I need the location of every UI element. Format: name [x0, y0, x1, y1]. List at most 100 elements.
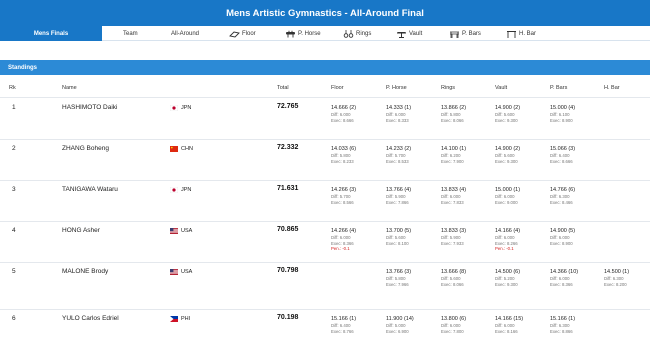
execution-score: Exec: 9.300: [495, 281, 518, 287]
rank-cell: 2: [12, 145, 16, 152]
tab-pommel-horse[interactable]: P. Horse: [285, 26, 321, 41]
event-score: 15.000 (1): [495, 187, 521, 193]
floor-score-cell: 14.033 (6) Diff: 5.800 Exec: 8.233: [331, 145, 356, 164]
tab-bar: Mens Finals Team All-Around Floor P. Hor…: [0, 26, 650, 41]
header-divider: [0, 97, 650, 98]
pommel-horse-score-cell: 11.900 (14) Diff: 5.000 Exec: 6.900: [386, 315, 414, 334]
execution-score: Exec: 7.800: [441, 328, 464, 334]
execution-score: Exec: 8.666: [550, 158, 573, 164]
tab-parallel-bars[interactable]: P. Bars: [449, 26, 481, 41]
rings-score-cell: 13.866 (2) Diff: 5.800 Exec: 8.066: [441, 104, 466, 123]
usa-flag: [170, 228, 178, 234]
country-code: PHI: [181, 316, 191, 322]
rank-cell: 1: [12, 104, 16, 111]
execution-score: Exec: 8.900: [550, 240, 573, 246]
vault-icon: [396, 30, 407, 38]
country-cell: JPN: [170, 187, 191, 193]
event-score: 15.066 (3): [550, 146, 576, 152]
column-header-horizontal-bar: H. Bar: [604, 85, 620, 91]
floor-score-cell: 14.666 (2) Diff: 6.000 Exec: 8.666: [331, 104, 356, 123]
country-code: JPN: [181, 187, 192, 193]
vault-score-cell: 14.166 (4) Diff: 6.000 Exec: 8.266 Pen.: -0…: [495, 227, 520, 252]
parallel-bars-score-cell: 15.066 (3) Diff: 6.400 Exec: 8.666: [550, 145, 575, 164]
column-header-rank: Rk: [9, 85, 16, 91]
tab-team[interactable]: Team: [123, 26, 138, 41]
event-score: 13.833 (4): [441, 187, 467, 193]
column-header-parallel-bars: P. Bars: [550, 85, 568, 91]
parallel-bars-score-cell: 15.000 (4) Diff: 6.100 Exec: 8.900: [550, 104, 575, 123]
execution-score: Exec: 8.866: [550, 328, 573, 334]
athlete-name[interactable]: MALONE Brody: [62, 268, 108, 275]
tab-label: Mens Finals: [33, 30, 69, 37]
pommel-horse-score-cell: 14.333 (1) Diff: 6.000 Exec: 8.333: [386, 104, 411, 123]
row-divider: [0, 139, 650, 140]
rings-icon: [343, 29, 354, 38]
floor-icon: [229, 30, 240, 38]
event-score: 14.233 (2): [386, 146, 412, 152]
parallel-bars-icon: [449, 30, 460, 38]
rings-score-cell: 13.800 (6) Diff: 6.000 Exec: 7.800: [441, 315, 466, 334]
rings-score-cell: 13.833 (3) Diff: 5.900 Exec: 7.933: [441, 227, 466, 246]
row-divider: [0, 221, 650, 222]
parallel-bars-score-cell: 15.166 (1) Diff: 6.300 Exec: 8.866: [550, 315, 575, 334]
execution-score: Exec: 8.900: [550, 117, 573, 123]
athlete-name[interactable]: YULO Carlos Edriel: [62, 315, 119, 322]
event-score: 13.800 (6): [441, 316, 467, 322]
pommel-horse-score-cell: 13.766 (3) Diff: 5.800 Exec: 7.966: [386, 268, 411, 287]
total-score: 70.865: [277, 226, 299, 233]
vault-score-cell: 14.500 (6) Diff: 5.200 Exec: 9.300: [495, 268, 520, 287]
country-cell: USA: [170, 228, 192, 234]
athlete-name[interactable]: TANIGAWA Wataru: [62, 186, 118, 193]
athlete-name[interactable]: HONG Asher: [62, 227, 100, 234]
event-score: 14.266 (4): [331, 228, 357, 234]
tab-label: P. Horse: [298, 30, 321, 37]
tab-horizontal-bar[interactable]: H. Bar: [506, 26, 536, 41]
execution-score: Exec: 8.366: [550, 281, 573, 287]
tab-floor[interactable]: Floor: [229, 26, 256, 41]
event-score: 13.666 (8): [441, 269, 467, 275]
execution-score: Exec: 8.066: [441, 117, 464, 123]
event-score: 15.000 (4): [550, 105, 576, 111]
event-score: 14.900 (2): [495, 105, 521, 111]
parallel-bars-score-cell: 14.766 (6) Diff: 6.300 Exec: 8.466: [550, 186, 575, 205]
event-score: 14.666 (2): [331, 105, 357, 111]
horizontal-bar-icon: [506, 30, 517, 38]
event-score: 13.700 (5): [386, 228, 412, 234]
rank-cell: 6: [12, 315, 16, 322]
execution-score: Exec: 7.966: [386, 281, 409, 287]
tab-rings[interactable]: Rings: [343, 26, 371, 41]
event-score: 14.333 (1): [386, 105, 412, 111]
total-score: 70.198: [277, 314, 299, 321]
country-code: JPN: [181, 105, 192, 111]
floor-score-cell: 15.166 (1) Diff: 6.400 Exec: 8.766: [331, 315, 356, 334]
column-header-rings: Rings: [441, 85, 456, 91]
tab-vault[interactable]: Vault: [396, 26, 422, 41]
column-header-vault: Vault: [495, 85, 508, 91]
execution-score: Exec: 7.833: [441, 199, 464, 205]
event-score: 14.166 (4): [495, 228, 521, 234]
execution-score: Exec: 8.666: [331, 117, 354, 123]
event-score: 13.766 (4): [386, 187, 412, 193]
athlete-name[interactable]: ZHANG Boheng: [62, 145, 109, 152]
event-score: 14.900 (5): [550, 228, 576, 234]
tab-label: Team: [123, 30, 138, 37]
usa-flag: [170, 269, 178, 275]
parallel-bars-score-cell: 14.900 (5) Diff: 6.000 Exec: 8.900: [550, 227, 575, 246]
execution-score: Exec: 9.300: [495, 158, 518, 164]
tab-all-around[interactable]: All-Around: [171, 26, 199, 41]
event-score: 14.266 (3): [331, 187, 357, 193]
page-title: Mens Artistic Gymnastics - All-Around Fi…: [0, 0, 650, 26]
row-divider: [0, 309, 650, 310]
rank-cell: 5: [12, 268, 16, 275]
tab-label: P. Bars: [462, 30, 481, 37]
country-code: USA: [181, 228, 193, 234]
country-code: CHN: [181, 146, 193, 152]
floor-score-cell: 14.266 (4) Diff: 6.000 Exec: 8.366 Pen.: -0…: [331, 227, 356, 252]
column-header-floor: Floor: [331, 85, 344, 91]
tab-label: Vault: [409, 30, 423, 37]
standings-title: Standings: [8, 64, 38, 71]
tab-mens-finals[interactable]: Mens Finals: [0, 26, 102, 41]
execution-score: Exec: 9.300: [495, 117, 518, 123]
athlete-name[interactable]: HASHIMOTO Daiki: [62, 104, 118, 111]
execution-score: Exec: 8.566: [331, 199, 354, 205]
